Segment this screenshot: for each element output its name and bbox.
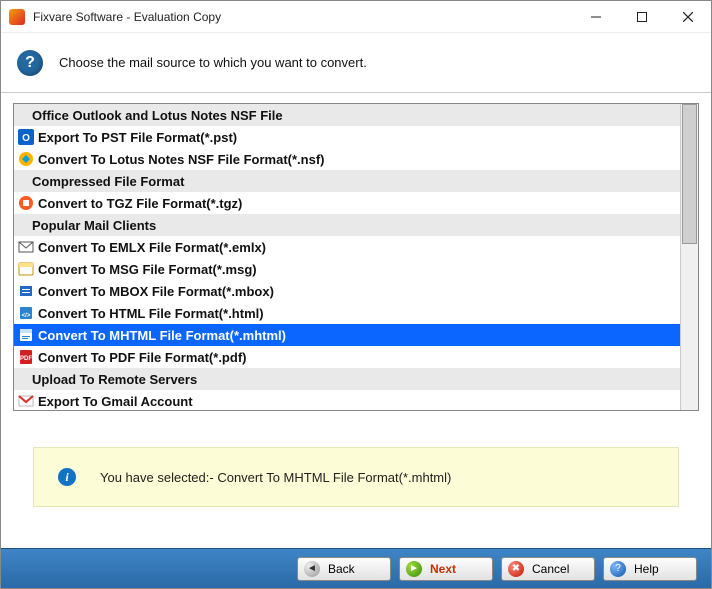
next-button[interactable]: ► Next [399, 557, 493, 581]
lotus-icon [18, 151, 34, 167]
footer-button-bar: ◄ Back ► Next ✖ Cancel ? Help [1, 548, 711, 588]
maximize-button[interactable] [619, 1, 665, 33]
back-button[interactable]: ◄ Back [297, 557, 391, 581]
option-label: Export To Gmail Account [38, 394, 193, 409]
cancel-icon: ✖ [508, 561, 524, 577]
close-icon [683, 12, 693, 22]
help-icon: ? [610, 561, 626, 577]
cancel-button[interactable]: ✖ Cancel [501, 557, 595, 581]
svg-text:PDF: PDF [20, 356, 32, 362]
window-title: Fixvare Software - Evaluation Copy [33, 10, 573, 24]
option-label: Convert To MHTML File Format(*.mhtml) [38, 328, 286, 343]
format-listbox: Office Outlook and Lotus Notes NSF File … [13, 103, 699, 411]
group-outlook-lotus: Office Outlook and Lotus Notes NSF File [14, 104, 680, 126]
group-label: Office Outlook and Lotus Notes NSF File [32, 108, 283, 123]
scroll-thumb[interactable] [682, 104, 697, 244]
option-pst[interactable]: O Export To PST File Format(*.pst) [14, 126, 680, 148]
info-icon: i [58, 468, 76, 486]
next-arrow-icon: ► [406, 561, 422, 577]
status-bar: i You have selected:- Convert To MHTML F… [33, 447, 679, 507]
header-prompt: Choose the mail source to which you want… [59, 55, 367, 70]
mbox-icon [18, 283, 34, 299]
option-html[interactable]: </> Convert To HTML File Format(*.html) [14, 302, 680, 324]
option-label: Convert To EMLX File Format(*.emlx) [38, 240, 266, 255]
content-area: Office Outlook and Lotus Notes NSF File … [1, 93, 711, 548]
mhtml-icon [18, 327, 34, 343]
html-icon: </> [18, 305, 34, 321]
group-popular-clients: Popular Mail Clients [14, 214, 680, 236]
outlook-icon: O [18, 129, 34, 145]
cancel-label: Cancel [532, 562, 569, 576]
option-mhtml[interactable]: Convert To MHTML File Format(*.mhtml) [14, 324, 680, 346]
group-compressed: Compressed File Format [14, 170, 680, 192]
question-icon: ? [17, 50, 43, 76]
title-bar: Fixvare Software - Evaluation Copy [1, 1, 711, 33]
option-emlx[interactable]: Convert To EMLX File Format(*.emlx) [14, 236, 680, 258]
option-gmail[interactable]: Export To Gmail Account [14, 390, 680, 410]
help-label: Help [634, 562, 659, 576]
svg-text:</>: </> [22, 313, 31, 319]
pdf-icon: PDF [18, 349, 34, 365]
tgz-icon [18, 195, 34, 211]
maximize-icon [637, 12, 647, 22]
group-label: Upload To Remote Servers [32, 372, 197, 387]
back-label: Back [328, 562, 355, 576]
option-msg[interactable]: Convert To MSG File Format(*.msg) [14, 258, 680, 280]
close-button[interactable] [665, 1, 711, 33]
option-mbox[interactable]: Convert To MBOX File Format(*.mbox) [14, 280, 680, 302]
gmail-icon [18, 393, 34, 409]
option-label: Convert to TGZ File Format(*.tgz) [38, 196, 242, 211]
group-remote-servers: Upload To Remote Servers [14, 368, 680, 390]
help-button[interactable]: ? Help [603, 557, 697, 581]
option-label: Convert To PDF File Format(*.pdf) [38, 350, 246, 365]
list-scrollbar[interactable] [680, 104, 698, 410]
option-nsf[interactable]: Convert To Lotus Notes NSF File Format(*… [14, 148, 680, 170]
option-label: Convert To MBOX File Format(*.mbox) [38, 284, 274, 299]
svg-text:O: O [22, 133, 30, 144]
group-label: Popular Mail Clients [32, 218, 156, 233]
msg-icon [18, 261, 34, 277]
option-label: Convert To MSG File Format(*.msg) [38, 262, 257, 277]
envelope-icon [18, 239, 34, 255]
back-arrow-icon: ◄ [304, 561, 320, 577]
app-icon [9, 9, 25, 25]
option-label: Export To PST File Format(*.pst) [38, 130, 237, 145]
status-text: You have selected:- Convert To MHTML Fil… [100, 470, 451, 485]
next-label: Next [430, 562, 456, 576]
header-panel: ? Choose the mail source to which you wa… [1, 33, 711, 93]
option-tgz[interactable]: Convert to TGZ File Format(*.tgz) [14, 192, 680, 214]
format-list[interactable]: Office Outlook and Lotus Notes NSF File … [14, 104, 680, 410]
group-label: Compressed File Format [32, 174, 184, 189]
option-pdf[interactable]: PDF Convert To PDF File Format(*.pdf) [14, 346, 680, 368]
minimize-icon [591, 12, 601, 22]
option-label: Convert To HTML File Format(*.html) [38, 306, 264, 321]
minimize-button[interactable] [573, 1, 619, 33]
option-label: Convert To Lotus Notes NSF File Format(*… [38, 152, 325, 167]
